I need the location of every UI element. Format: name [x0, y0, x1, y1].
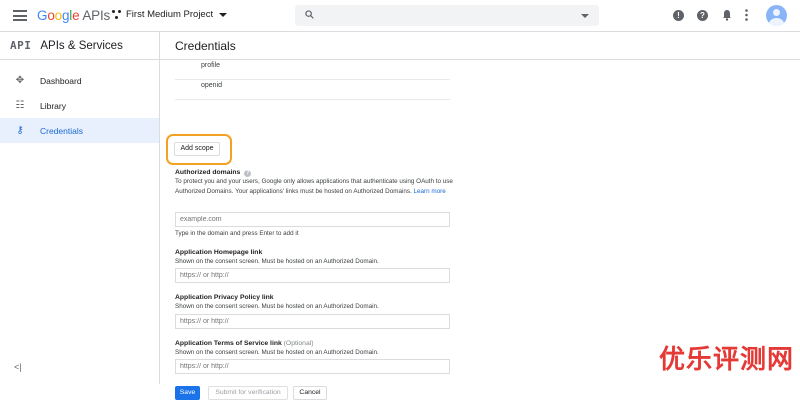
project-name: First Medium Project	[126, 9, 213, 20]
sidebar-item-label: Credentials	[40, 126, 83, 136]
authorized-domains-label: Authorized domains?	[175, 169, 251, 177]
privacy-policy-description: Shown on the consent screen. Must be hos…	[175, 302, 455, 312]
help-icon[interactable]: ?	[697, 10, 708, 21]
google-apis-logo[interactable]: GoogleAPIs	[37, 8, 110, 23]
description-text: To protect you and your users, Google on…	[175, 178, 453, 195]
dashboard-icon: ✥	[14, 75, 26, 87]
search-dropdown-icon[interactable]	[581, 14, 589, 18]
search-input[interactable]	[295, 5, 599, 26]
logo-letter: G	[37, 8, 47, 23]
sidebar-header: API APIs & Services	[0, 32, 159, 60]
learn-more-link[interactable]: Learn more	[414, 188, 446, 195]
authorized-domain-hint: Type in the domain and press Enter to ad…	[175, 230, 299, 237]
authorized-domains-label-text: Authorized domains	[175, 169, 240, 176]
terms-of-service-input[interactable]	[175, 359, 450, 374]
key-icon: ⚷	[14, 125, 26, 137]
terms-of-service-label: Application Terms of Service link (Optio…	[175, 340, 314, 347]
sidebar-item-library[interactable]: ☷ Library	[0, 93, 159, 118]
help-icon[interactable]: ?	[244, 170, 251, 177]
watermark: 优乐评测网	[659, 339, 794, 376]
submit-for-verification-button[interactable]: Submit for verification	[208, 386, 288, 400]
sidebar-item-dashboard[interactable]: ✥ Dashboard	[0, 68, 159, 93]
collapse-sidebar-icon[interactable]: <|	[14, 362, 22, 372]
authorized-domains-description: To protect you and your users, Google on…	[175, 177, 455, 197]
scope-row: openid	[175, 80, 450, 100]
main-panel: Credentials profile openid Add scope Aut…	[160, 32, 800, 384]
add-scope-button[interactable]: Add scope	[174, 142, 220, 156]
scope-name: profile	[201, 62, 220, 69]
sidebar-item-credentials[interactable]: ⚷ Credentials	[0, 118, 159, 143]
cancel-button[interactable]: Cancel	[293, 386, 327, 400]
sidebar-item-label: Library	[40, 101, 66, 111]
authorized-domain-input[interactable]	[175, 212, 450, 227]
homepage-link-input[interactable]	[175, 268, 450, 283]
page-title: Credentials	[160, 32, 800, 60]
project-selector[interactable]: First Medium Project	[112, 9, 227, 20]
logo-suffix: APIs	[82, 8, 110, 23]
notifications-icon[interactable]	[722, 9, 732, 21]
avatar[interactable]	[766, 5, 787, 26]
search-icon	[305, 10, 314, 19]
logo-letter: o	[47, 8, 54, 23]
save-button[interactable]: Save	[175, 386, 200, 400]
top-bar: GoogleAPIs First Medium Project ! ?	[0, 0, 800, 32]
scope-row: profile	[175, 60, 450, 80]
chevron-down-icon	[219, 13, 227, 17]
api-badge-icon: API	[10, 39, 31, 52]
homepage-link-label: Application Homepage link	[175, 249, 262, 256]
sidebar-item-label: Dashboard	[40, 76, 82, 86]
sidebar-title: APIs & Services	[40, 40, 122, 52]
library-icon: ☷	[14, 100, 26, 112]
project-icon	[112, 10, 121, 19]
feedback-icon[interactable]: !	[673, 10, 684, 21]
sidebar: API APIs & Services ✥ Dashboard ☷ Librar…	[0, 32, 160, 384]
add-scope-highlight: Add scope	[166, 134, 232, 165]
menu-icon[interactable]	[13, 10, 27, 21]
privacy-policy-input[interactable]	[175, 314, 450, 329]
terms-of-service-description: Shown on the consent screen. Must be hos…	[175, 348, 455, 358]
scope-name: openid	[201, 82, 222, 89]
logo-letter: e	[72, 8, 79, 23]
privacy-policy-label: Application Privacy Policy link	[175, 294, 274, 301]
optional-tag: (Optional)	[284, 340, 314, 347]
logo-letter: o	[55, 8, 62, 23]
terms-label-text: Application Terms of Service link	[175, 340, 282, 347]
more-vert-icon[interactable]	[745, 9, 748, 21]
homepage-link-description: Shown on the consent screen. Must be hos…	[175, 257, 455, 267]
